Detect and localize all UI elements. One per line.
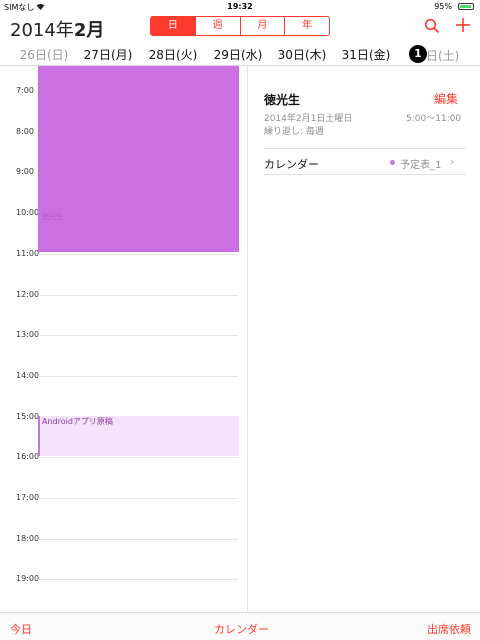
- day-item[interactable]: 30日(木): [270, 46, 334, 63]
- hour-label: 14:00: [16, 371, 40, 380]
- event-date: 2014年2月1日土曜日: [264, 114, 353, 124]
- day-item[interactable]: 26日(日): [12, 46, 76, 63]
- hour-line: [38, 295, 238, 296]
- selected-day-label[interactable]: 日(土): [426, 47, 459, 64]
- segment-week[interactable]: 週: [196, 17, 241, 35]
- hour-label: 16:00: [16, 452, 40, 461]
- hour-label: 12:00: [16, 290, 40, 299]
- hour-line: [38, 335, 238, 336]
- clock: 19:32: [227, 2, 253, 11]
- view-segmented-control: 日 週 月 年: [150, 16, 330, 36]
- hour-label: 18:00: [16, 534, 40, 543]
- selected-day-number[interactable]: 1: [409, 45, 427, 63]
- hour-line: [38, 498, 238, 499]
- hour-label: 11:00: [16, 249, 40, 258]
- hour-label: 10:00: [16, 208, 40, 217]
- hour-line: [38, 376, 238, 377]
- day-strip: 26日(日) 27日(月) 28日(火) 29日(水) 30日(木) 31日(金…: [0, 46, 480, 66]
- event-time-range: 5:00〜11:00: [406, 114, 462, 124]
- segment-month[interactable]: 月: [241, 17, 286, 35]
- segment-day[interactable]: 日: [151, 17, 196, 35]
- event-block-tokumitsu[interactable]: [38, 66, 239, 252]
- event-repeat: 繰り返し: 毎週: [264, 127, 324, 137]
- battery-percent: 95%: [434, 2, 452, 11]
- month-title: 2014年2月: [10, 16, 104, 42]
- event-title: Androidアプリ原稿: [42, 417, 113, 426]
- hour-label: 15:00: [16, 412, 40, 421]
- year-label: 2014年: [10, 20, 74, 41]
- event-title: 徳光生: [42, 213, 63, 221]
- invitations-button[interactable]: 出席依頼: [427, 621, 471, 637]
- segment-year[interactable]: 年: [285, 17, 329, 35]
- hour-label: 9:00: [16, 167, 34, 176]
- calendars-button[interactable]: カレンダー: [214, 621, 269, 637]
- calendar-row-label[interactable]: カレンダー: [264, 156, 319, 172]
- hour-line: [38, 579, 238, 580]
- chevron-right-icon[interactable]: ›: [450, 155, 454, 168]
- add-event-icon[interactable]: [454, 16, 472, 34]
- hour-label: 19:00: [16, 574, 40, 583]
- status-bar: SIMなし 19:32 95%: [0, 0, 480, 14]
- hour-label: 13:00: [16, 330, 40, 339]
- divider: [264, 174, 466, 175]
- battery-level: [460, 5, 471, 8]
- hour-label: 7:00: [16, 86, 34, 95]
- hour-line: [38, 254, 238, 255]
- day-item[interactable]: 27日(月): [76, 46, 140, 63]
- bottom-toolbar: 今日 カレンダー 出席依頼: [0, 612, 480, 640]
- day-item[interactable]: 28日(火): [141, 46, 205, 63]
- search-icon[interactable]: [424, 18, 440, 34]
- hour-line: [38, 539, 238, 540]
- hour-line: [38, 457, 238, 458]
- event-detail-title: 徳光生: [264, 93, 301, 107]
- calendar-row-value[interactable]: 予定表_1: [400, 156, 441, 171]
- today-button[interactable]: 今日: [10, 621, 32, 637]
- hour-label: 8:00: [16, 127, 34, 136]
- calendar-color-dot: [390, 160, 395, 165]
- month-label: 2月: [73, 20, 105, 41]
- edit-button[interactable]: 編集: [434, 90, 458, 107]
- divider: [264, 148, 466, 149]
- day-item[interactable]: 29日(水): [206, 46, 270, 63]
- battery-icon: [458, 3, 474, 10]
- hour-label: 17:00: [16, 493, 40, 502]
- day-item[interactable]: 31日(金): [334, 46, 398, 63]
